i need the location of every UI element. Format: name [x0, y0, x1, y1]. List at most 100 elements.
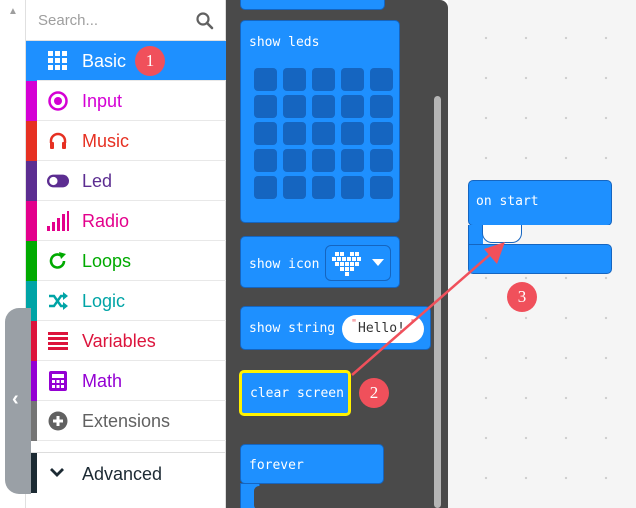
category-label: Music	[82, 131, 130, 151]
led-cell[interactable]	[341, 176, 364, 199]
category-math[interactable]: Math	[26, 361, 226, 401]
annotation-badge-3: 3	[507, 282, 537, 312]
category-label: Basic	[82, 51, 127, 71]
category-label: Logic	[82, 291, 126, 311]
on-start-block[interactable]: on start	[468, 180, 612, 226]
on-start-notch	[482, 225, 522, 243]
icon-dropdown[interactable]	[325, 245, 391, 281]
led-cell[interactable]	[312, 95, 335, 118]
show-icon-block[interactable]: show icon	[240, 236, 400, 288]
led-cell[interactable]	[312, 122, 335, 145]
led-cell[interactable]	[254, 149, 277, 172]
block-label: show string	[249, 321, 336, 336]
grid-icon	[47, 50, 69, 72]
quote-open: "	[351, 318, 358, 329]
category-basic[interactable]: Basic	[26, 41, 226, 81]
headphones-icon	[47, 130, 69, 152]
calculator-icon	[47, 370, 69, 392]
category-label: Loops	[82, 251, 132, 271]
on-start-block-bottom	[468, 244, 612, 274]
annotation-badge-1: 1	[135, 46, 165, 76]
category-label: Variables	[82, 331, 156, 351]
makecode-editor: ▲ ▼ Basic 1	[0, 0, 636, 508]
signal-bars-icon	[47, 210, 69, 232]
block-label: on start	[476, 194, 539, 209]
led-cell[interactable]	[283, 95, 306, 118]
forever-block-slot	[254, 486, 384, 508]
category-led[interactable]: Led	[26, 161, 226, 201]
category-label: Led	[82, 171, 113, 191]
chevron-left-icon: ‹	[12, 388, 19, 410]
led-cell[interactable]	[341, 95, 364, 118]
show-string-block[interactable]: show string " Hello! "	[240, 306, 431, 350]
led-cell[interactable]	[370, 149, 393, 172]
dropdown-arrow-icon	[372, 259, 384, 266]
led-cell[interactable]	[341, 149, 364, 172]
led-cell[interactable]	[312, 176, 335, 199]
category-stripe	[26, 41, 37, 81]
category-stripe	[26, 161, 37, 201]
category-input[interactable]: Input	[26, 81, 226, 121]
search-box	[26, 0, 226, 41]
category-stripe	[26, 81, 37, 121]
category-stripe	[26, 201, 37, 241]
toggle-icon	[47, 170, 69, 192]
led-cell[interactable]	[254, 95, 277, 118]
category-variables[interactable]: Variables	[26, 321, 226, 361]
toolbox-menu: Basic 1 Input Music Led	[26, 0, 226, 508]
show-leds-block[interactable]: show leds	[240, 20, 400, 223]
annotation-badge-2: 2	[359, 378, 389, 408]
loop-arrow-icon	[47, 250, 69, 272]
string-value: Hello!	[358, 321, 405, 336]
category-stripe	[26, 241, 37, 281]
led-cell[interactable]	[341, 122, 364, 145]
category-label: Advanced	[82, 464, 163, 484]
category-radio[interactable]: Radio	[26, 201, 226, 241]
block-label: show leds	[249, 35, 320, 50]
category-music[interactable]: Music	[26, 121, 226, 161]
shuffle-icon	[47, 290, 69, 312]
scroll-up-icon[interactable]: ▲	[8, 6, 18, 17]
input-circle-icon	[47, 90, 69, 112]
led-cell[interactable]	[341, 68, 364, 91]
led-cell[interactable]	[312, 149, 335, 172]
search-icon[interactable]	[196, 12, 214, 30]
led-cell[interactable]	[254, 68, 277, 91]
led-cell[interactable]	[254, 122, 277, 145]
quote-close: "	[410, 318, 417, 329]
led-cell[interactable]	[370, 122, 393, 145]
led-cell[interactable]	[370, 95, 393, 118]
led-cell[interactable]	[370, 68, 393, 91]
clear-screen-block[interactable]: clear screen	[239, 370, 351, 416]
led-cell[interactable]	[370, 176, 393, 199]
list-lines-icon	[47, 330, 69, 352]
led-cell[interactable]	[283, 68, 306, 91]
partial-block[interactable]	[240, 0, 385, 10]
led-cell[interactable]	[312, 68, 335, 91]
block-label: clear screen	[250, 386, 344, 401]
led-cell[interactable]	[283, 176, 306, 199]
collapse-toolbox-button[interactable]: ‹	[5, 308, 31, 494]
category-label: Extensions	[82, 411, 171, 431]
category-label: Input	[82, 91, 123, 111]
category-stripe	[26, 121, 37, 161]
search-input[interactable]	[38, 8, 188, 32]
heart-icon	[332, 252, 361, 276]
led-cell[interactable]	[254, 176, 277, 199]
block-flyout: show leds show icon show string " Hello!…	[226, 0, 448, 508]
led-cell[interactable]	[283, 149, 306, 172]
block-label: forever	[249, 458, 304, 473]
chevron-down-icon	[49, 465, 65, 483]
category-advanced[interactable]: Advanced	[26, 452, 226, 493]
flyout-scrollbar[interactable]	[434, 96, 441, 508]
plus-circle-icon	[47, 410, 69, 432]
forever-block[interactable]: forever	[240, 444, 384, 484]
string-input[interactable]: " Hello! "	[342, 315, 424, 343]
category-label: Math	[82, 371, 123, 391]
block-label: show icon	[249, 257, 320, 272]
category-logic[interactable]: Logic	[26, 281, 226, 321]
led-cell[interactable]	[283, 122, 306, 145]
category-loops[interactable]: Loops	[26, 241, 226, 281]
category-label: Radio	[82, 211, 130, 231]
category-extensions[interactable]: Extensions	[26, 401, 226, 441]
